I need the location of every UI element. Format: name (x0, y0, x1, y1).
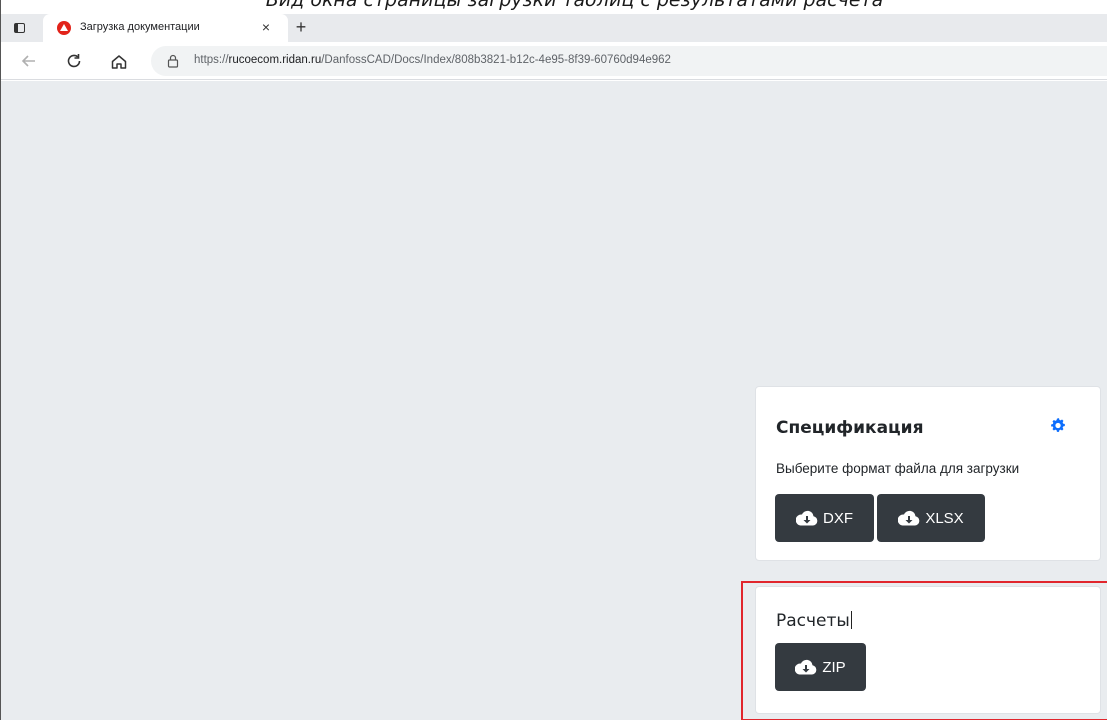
favicon-icon (57, 21, 71, 35)
download-dxf-button[interactable]: DXF (775, 494, 874, 542)
tab-strip: Загрузка документации × + (1, 14, 1107, 42)
gear-icon[interactable] (1049, 417, 1066, 434)
new-tab-button[interactable]: + (291, 17, 311, 37)
browser-tab-active[interactable]: Загрузка документации × (43, 14, 288, 42)
tab-close-icon[interactable]: × (262, 19, 270, 35)
cloud-download-icon (898, 510, 920, 526)
tab-title: Загрузка документации (80, 21, 200, 33)
url-text[interactable]: https://rucoecom.ridan.ru/DanfossCAD/Doc… (194, 54, 671, 66)
browser-toolbar: https://rucoecom.ridan.ru/DanfossCAD/Doc… (1, 42, 1107, 80)
screenshot-frame: Вид окна страницы загрузки таблиц с резу… (0, 0, 1107, 720)
specification-card: Спецификация Выберите формат файла для з… (755, 386, 1101, 561)
highlight-frame (741, 581, 1107, 720)
download-xlsx-button[interactable]: XLSX (877, 494, 985, 542)
dxf-label: DXF (823, 509, 853, 527)
lock-icon[interactable] (167, 54, 179, 68)
home-icon[interactable] (109, 51, 129, 71)
reload-icon[interactable] (64, 51, 84, 71)
specification-title: Спецификация (776, 418, 924, 438)
format-hint: Выберите формат файла для загрузки (776, 461, 1020, 476)
back-icon[interactable] (19, 51, 39, 71)
cloud-download-icon (796, 510, 818, 526)
xlsx-label: XLSX (925, 509, 964, 527)
figure-caption: Вид окна страницы загрузки таблиц с резу… (265, 0, 884, 11)
tab-actions-icon[interactable] (11, 19, 29, 37)
address-bar[interactable]: https://rucoecom.ridan.ru/DanfossCAD/Doc… (151, 46, 1107, 76)
